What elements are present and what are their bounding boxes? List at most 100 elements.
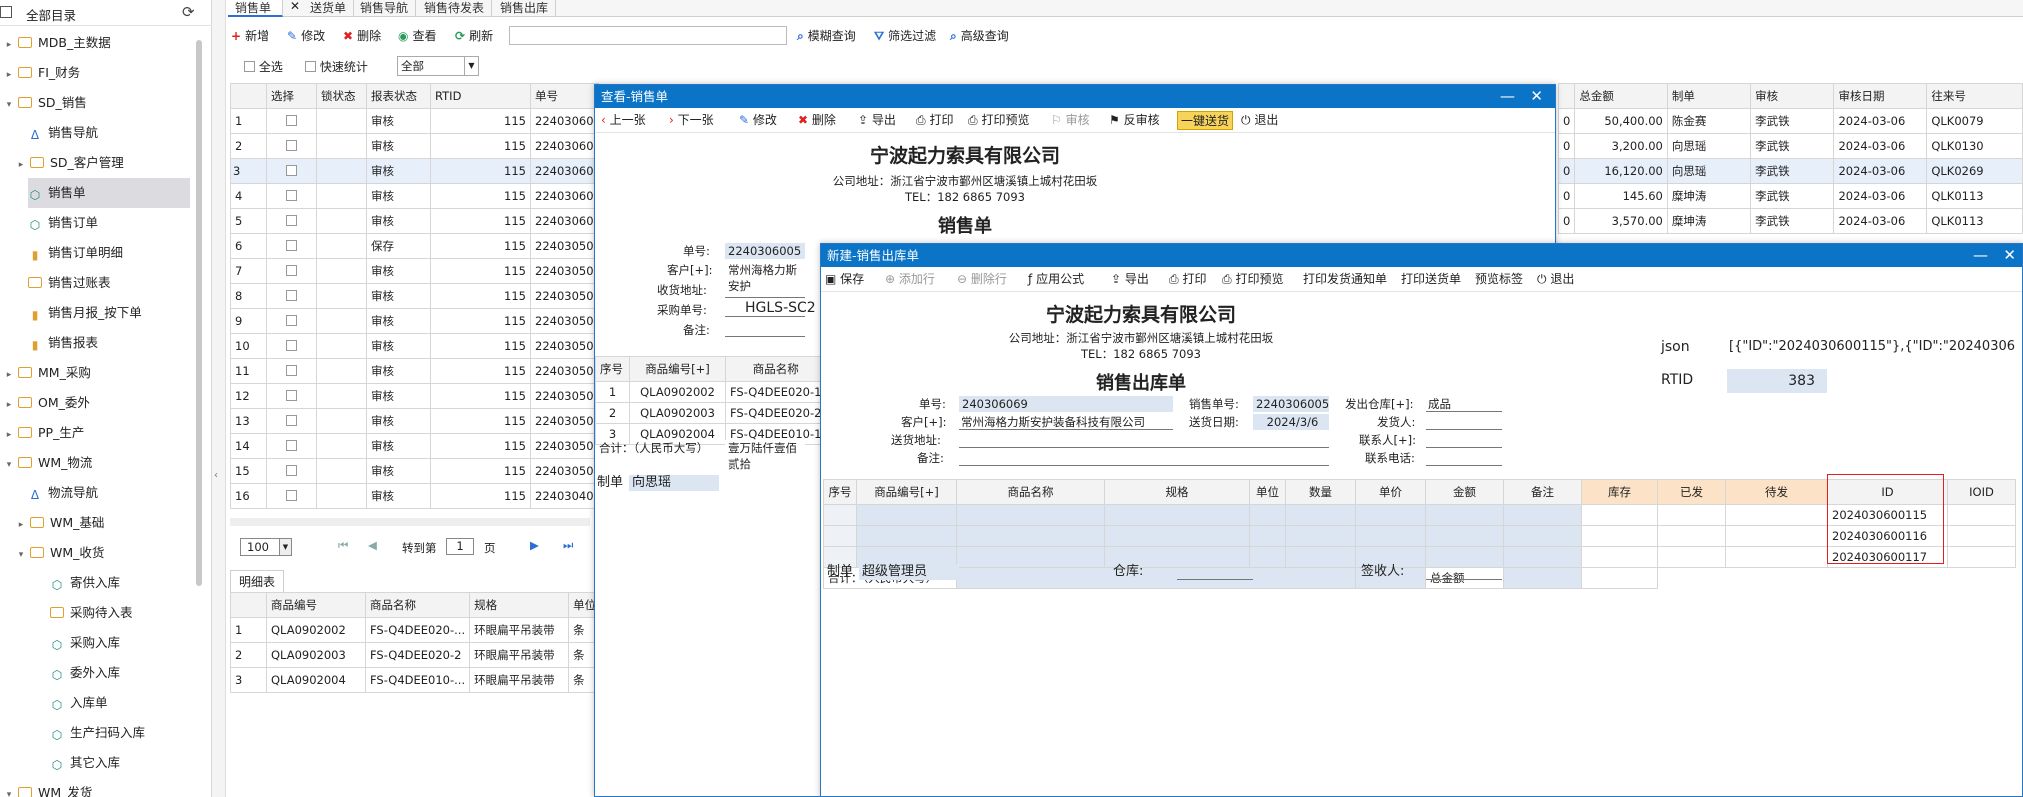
- one-click-delivery-button[interactable]: 一键送货: [1177, 111, 1234, 130]
- line-cell[interactable]: [1503, 525, 1582, 547]
- col-maker[interactable]: 制单: [1666, 83, 1752, 109]
- table-row[interactable]: 14 审核 115 22403050: [230, 433, 599, 459]
- table-row[interactable]: 0 145.60 糜坤涛 李武铁 2024-03-06 QLK0113: [1557, 183, 2023, 209]
- sidebar-item[interactable]: ▸ WM_基础: [16, 508, 190, 538]
- line-cell[interactable]: [1725, 504, 1828, 526]
- line-cell[interactable]: [1249, 525, 1286, 547]
- sidebar-item[interactable]: Δ 物流导航: [28, 478, 190, 508]
- quick-stats-checkbox[interactable]: 快速统计: [305, 57, 368, 77]
- sidebar-item[interactable]: ⬡ 委外入库: [50, 658, 190, 688]
- checkbox[interactable]: [286, 415, 297, 426]
- checkbox[interactable]: [286, 215, 297, 226]
- add-button[interactable]: + 新增: [231, 26, 269, 46]
- table-row[interactable]: 16 审核 115 22403040: [230, 483, 599, 509]
- line-cell[interactable]: [1581, 525, 1658, 547]
- table-row[interactable]: 3 QLA0902004 FS-Q4DEE010-... 环眼扁平吊装带条: [230, 667, 602, 693]
- splitter[interactable]: ‹: [212, 0, 226, 797]
- close-icon[interactable]: ✕: [2003, 244, 2016, 267]
- table-row[interactable]: 6 保存 115 22403050: [230, 233, 599, 259]
- exit-button[interactable]: ⏻ 退出: [1241, 111, 1278, 130]
- unaudit-button[interactable]: ⚑ 反审核: [1109, 111, 1160, 130]
- line-cell[interactable]: [1104, 525, 1250, 547]
- table-row[interactable]: 7 审核 115 22403050: [230, 258, 599, 284]
- line-cell[interactable]: [1249, 546, 1286, 568]
- checkbox[interactable]: [286, 440, 297, 451]
- table-row[interactable]: 0 3,570.00 糜坤涛 李武铁 2024-03-06 QLK0113: [1557, 208, 2023, 234]
- select-cell[interactable]: [266, 208, 317, 234]
- select-cell[interactable]: [266, 183, 317, 209]
- select-cell[interactable]: [266, 458, 317, 484]
- tab-sales-outbound[interactable]: 销售出库: [493, 0, 557, 17]
- col-header[interactable]: 库存: [1581, 479, 1658, 505]
- col-auditor[interactable]: 审核: [1750, 83, 1835, 109]
- checkbox[interactable]: [286, 290, 297, 301]
- table-row[interactable]: 1 QLA0902002 FS-Q4DEE020-1: [595, 381, 827, 403]
- sidebar-item[interactable]: ▾ SD_销售: [4, 88, 190, 118]
- line-cell[interactable]: [1657, 504, 1726, 526]
- table-row[interactable]: 10 审核 115 22403050: [230, 333, 599, 359]
- receiver-value[interactable]: [1426, 564, 1502, 580]
- sidebar-item[interactable]: ▮ 销售月报_按下单: [28, 298, 190, 328]
- preview-label-button[interactable]: 预览标签: [1475, 270, 1523, 289]
- print-button[interactable]: ⎙ 打印: [916, 111, 953, 130]
- table-row[interactable]: 2 QLA0902003 FS-Q4DEE020-2 环眼扁平吊装带条: [230, 642, 602, 668]
- col-header[interactable]: 商品编号[+]: [856, 479, 957, 505]
- table-row[interactable]: 0 50,400.00 陈金赛 李武铁 2024-03-06 QLK0079: [1557, 108, 2023, 134]
- sidebar-item[interactable]: ⬡ 销售订单: [28, 208, 190, 238]
- chevron-down-icon[interactable]: ▼: [279, 539, 291, 555]
- checkbox[interactable]: [286, 140, 297, 151]
- select-all-checkbox[interactable]: 全选: [244, 57, 283, 77]
- checkbox[interactable]: [286, 365, 297, 376]
- audit-button[interactable]: ⚐ 审核: [1051, 111, 1090, 130]
- col-header[interactable]: 待发: [1725, 479, 1828, 505]
- tab-sales-order[interactable]: 销售单: [228, 0, 283, 17]
- table-row[interactable]: 13 审核 115 22403050: [230, 408, 599, 434]
- search-input[interactable]: [509, 26, 787, 45]
- col-total[interactable]: 总金额: [1574, 83, 1668, 109]
- table-row[interactable]: 2 审核 115 22403060: [230, 133, 599, 159]
- print-delivery-button[interactable]: 打印送货单: [1401, 270, 1461, 289]
- sidebar-item[interactable]: ▸ MM_采购: [4, 358, 190, 388]
- first-page-icon[interactable]: ⏮: [338, 538, 348, 553]
- line-cell[interactable]: [956, 525, 1105, 547]
- chevron-down-icon[interactable]: ▼: [464, 57, 478, 75]
- chevron-right-icon[interactable]: ▸: [4, 30, 14, 60]
- detail-tab[interactable]: 明细表: [230, 570, 285, 592]
- sidebar-item[interactable]: ⬡ 其它入库: [50, 748, 190, 778]
- warehouse-field[interactable]: 成品: [1426, 396, 1502, 412]
- note-value[interactable]: [959, 450, 1329, 466]
- table-row[interactable]: 8 审核 115 22403050: [230, 283, 599, 309]
- select-cell[interactable]: [266, 158, 317, 184]
- outbound-no-value[interactable]: 240306069: [959, 396, 1173, 412]
- select-cell[interactable]: [266, 358, 317, 384]
- sidebar-item[interactable]: ▸ PP_生产: [4, 418, 190, 448]
- select-cell[interactable]: [266, 258, 317, 284]
- select-cell[interactable]: [266, 283, 317, 309]
- customer-value[interactable]: 常州海格力斯安护: [725, 262, 805, 293]
- chevron-right-icon[interactable]: ▸: [4, 60, 14, 90]
- sidebar-item[interactable]: ▮ 销售报表: [28, 328, 190, 358]
- sidebar-item[interactable]: ⬡ 采购入库: [50, 628, 190, 658]
- table-row[interactable]: 3 审核 115 22403060: [230, 158, 599, 184]
- sidebar-item[interactable]: ⬡ 寄供入库: [50, 568, 190, 598]
- store-value[interactable]: [1177, 564, 1253, 580]
- sidebar-item[interactable]: ⬡ 销售单: [28, 178, 190, 208]
- col-header[interactable]: 数量: [1285, 479, 1356, 505]
- line-cell[interactable]: [1355, 525, 1426, 547]
- print-preview-button[interactable]: ⎙ 打印预览: [968, 111, 1029, 130]
- chevron-down-icon[interactable]: ▾: [4, 90, 14, 120]
- line-cell[interactable]: [1581, 504, 1658, 526]
- checkbox[interactable]: [286, 240, 297, 251]
- line-cell[interactable]: [1581, 546, 1658, 568]
- checkbox[interactable]: [286, 165, 297, 176]
- col-header[interactable]: 已发: [1657, 479, 1726, 505]
- filter-button[interactable]: ⛛ 筛选过滤: [874, 26, 936, 46]
- sidebar-item[interactable]: ▾ WM_物流: [4, 448, 190, 478]
- next-page-icon[interactable]: ▶: [530, 538, 539, 552]
- checkbox[interactable]: [286, 315, 297, 326]
- line-cell[interactable]: [956, 504, 1105, 526]
- customer-field[interactable]: 常州海格力斯安护装备科技有限公司: [959, 414, 1173, 430]
- col-lock[interactable]: 锁状态: [316, 83, 367, 109]
- chevron-right-icon[interactable]: ▸: [16, 150, 26, 180]
- line-cell[interactable]: [1104, 504, 1250, 526]
